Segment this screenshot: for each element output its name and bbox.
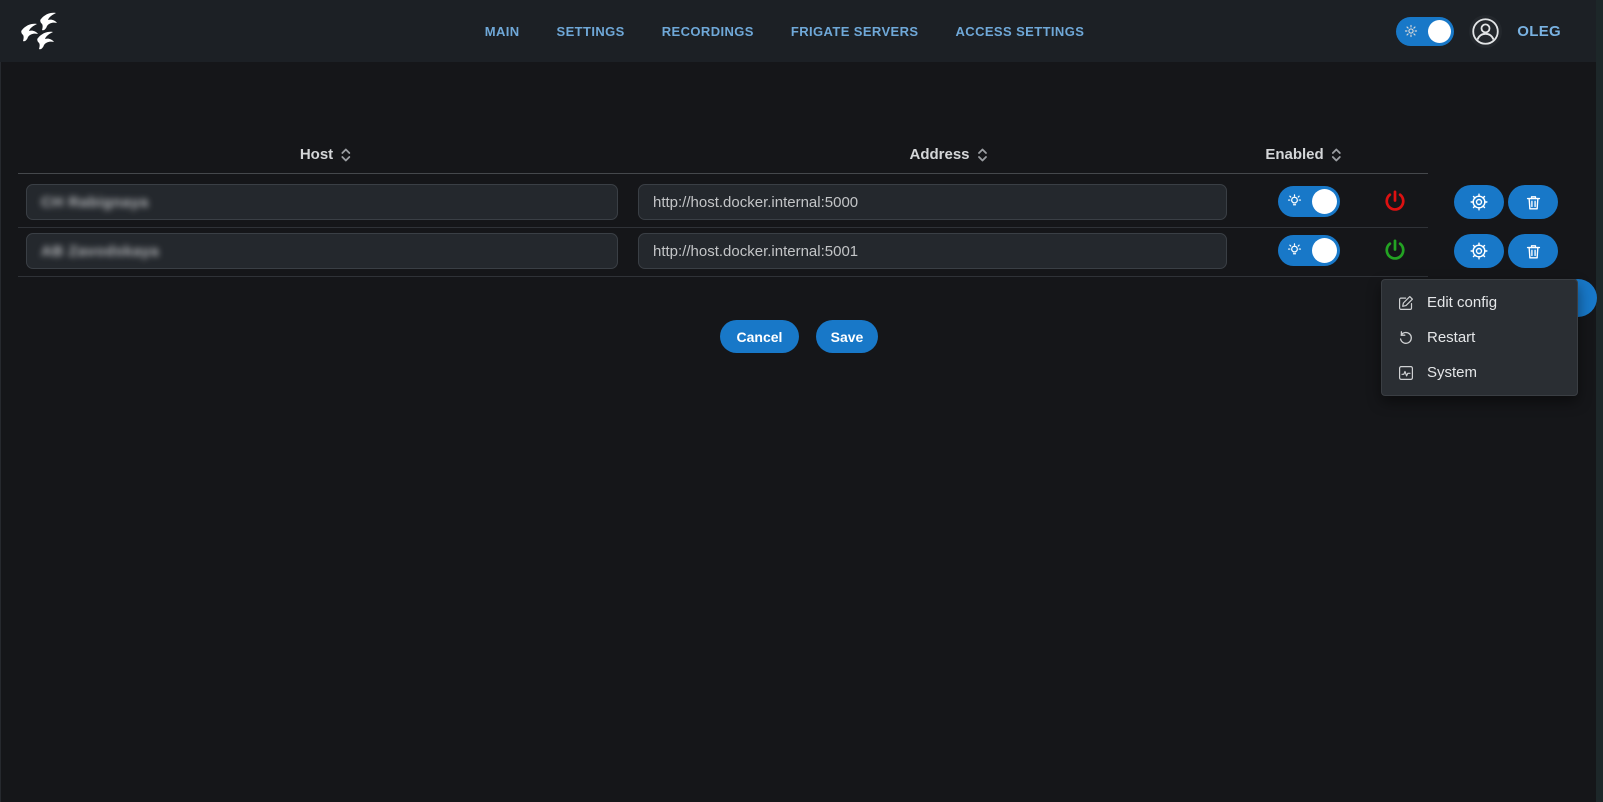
trash-icon bbox=[1524, 242, 1543, 261]
row-divider bbox=[18, 276, 1428, 277]
trash-icon bbox=[1524, 193, 1543, 212]
frigate-servers-page: Host Address Enabled CH Rabignaya bbox=[0, 62, 1603, 802]
host-value-obscured: CH Rabignaya bbox=[41, 194, 149, 211]
address-input[interactable] bbox=[638, 233, 1227, 269]
toggle-knob[interactable] bbox=[1312, 189, 1337, 214]
power-status-icon[interactable] bbox=[1382, 188, 1408, 214]
nav-settings[interactable]: SETTINGS bbox=[557, 24, 625, 39]
row-divider bbox=[18, 227, 1428, 228]
lightbulb-icon bbox=[1286, 193, 1303, 210]
column-header-address[interactable]: Address bbox=[909, 146, 988, 163]
menu-item-edit-config[interactable]: Edit config bbox=[1382, 285, 1577, 320]
host-value-obscured: AB Zavodskaya bbox=[41, 243, 159, 260]
address-input[interactable] bbox=[638, 184, 1227, 220]
sort-icon[interactable] bbox=[340, 147, 352, 163]
restart-icon bbox=[1398, 330, 1414, 346]
column-header-enabled[interactable]: Enabled bbox=[1265, 146, 1342, 163]
toggle-knob[interactable] bbox=[1312, 238, 1337, 263]
main-nav: MAIN SETTINGS RECORDINGS FRIGATE SERVERS… bbox=[485, 24, 1085, 39]
enabled-toggle[interactable] bbox=[1278, 186, 1340, 217]
menu-item-label: System bbox=[1427, 364, 1477, 381]
server-settings-button[interactable] bbox=[1454, 234, 1504, 268]
delete-server-button[interactable] bbox=[1508, 185, 1558, 219]
scrollbar[interactable] bbox=[1596, 0, 1603, 802]
sun-icon bbox=[1404, 24, 1418, 38]
host-header-label: Host bbox=[300, 146, 333, 163]
power-status-icon[interactable] bbox=[1382, 237, 1408, 263]
address-header-label: Address bbox=[909, 146, 969, 163]
column-header-host[interactable]: Host bbox=[300, 146, 352, 163]
menu-item-label: Edit config bbox=[1427, 294, 1497, 311]
nav-frigate-servers[interactable]: FRIGATE SERVERS bbox=[791, 24, 919, 39]
host-input[interactable]: AB Zavodskaya bbox=[26, 233, 618, 269]
pencil-square-icon bbox=[1398, 295, 1414, 311]
theme-toggle[interactable] bbox=[1396, 17, 1454, 46]
theme-toggle-knob[interactable] bbox=[1428, 20, 1451, 43]
lightbulb-icon bbox=[1286, 242, 1303, 259]
cancel-button[interactable]: Cancel bbox=[720, 320, 799, 353]
navbar-right: OLEG bbox=[1396, 0, 1561, 62]
host-input[interactable]: CH Rabignaya bbox=[26, 184, 618, 220]
nav-main[interactable]: MAIN bbox=[485, 24, 520, 39]
sort-icon[interactable] bbox=[1331, 147, 1343, 163]
server-settings-button[interactable] bbox=[1454, 185, 1504, 219]
sort-icon[interactable] bbox=[977, 147, 989, 163]
save-button[interactable]: Save bbox=[816, 320, 878, 353]
nav-recordings[interactable]: RECORDINGS bbox=[662, 24, 754, 39]
header-divider bbox=[18, 173, 1428, 174]
username[interactable]: OLEG bbox=[1517, 23, 1561, 40]
navbar: MAIN SETTINGS RECORDINGS FRIGATE SERVERS… bbox=[0, 0, 1603, 62]
menu-item-system[interactable]: System bbox=[1382, 355, 1577, 390]
nav-access-settings[interactable]: ACCESS SETTINGS bbox=[955, 24, 1084, 39]
app-logo-frigate-birds-icon[interactable] bbox=[16, 8, 62, 54]
enabled-header-label: Enabled bbox=[1265, 146, 1323, 163]
menu-item-restart[interactable]: Restart bbox=[1382, 320, 1577, 355]
server-context-menu: Edit config Restart System bbox=[1381, 279, 1578, 396]
menu-item-label: Restart bbox=[1427, 329, 1475, 346]
user-avatar-icon[interactable] bbox=[1469, 15, 1502, 48]
delete-server-button[interactable] bbox=[1508, 234, 1558, 268]
system-icon bbox=[1398, 365, 1414, 381]
enabled-toggle[interactable] bbox=[1278, 235, 1340, 266]
gear-icon bbox=[1469, 192, 1489, 212]
gear-icon bbox=[1469, 241, 1489, 261]
